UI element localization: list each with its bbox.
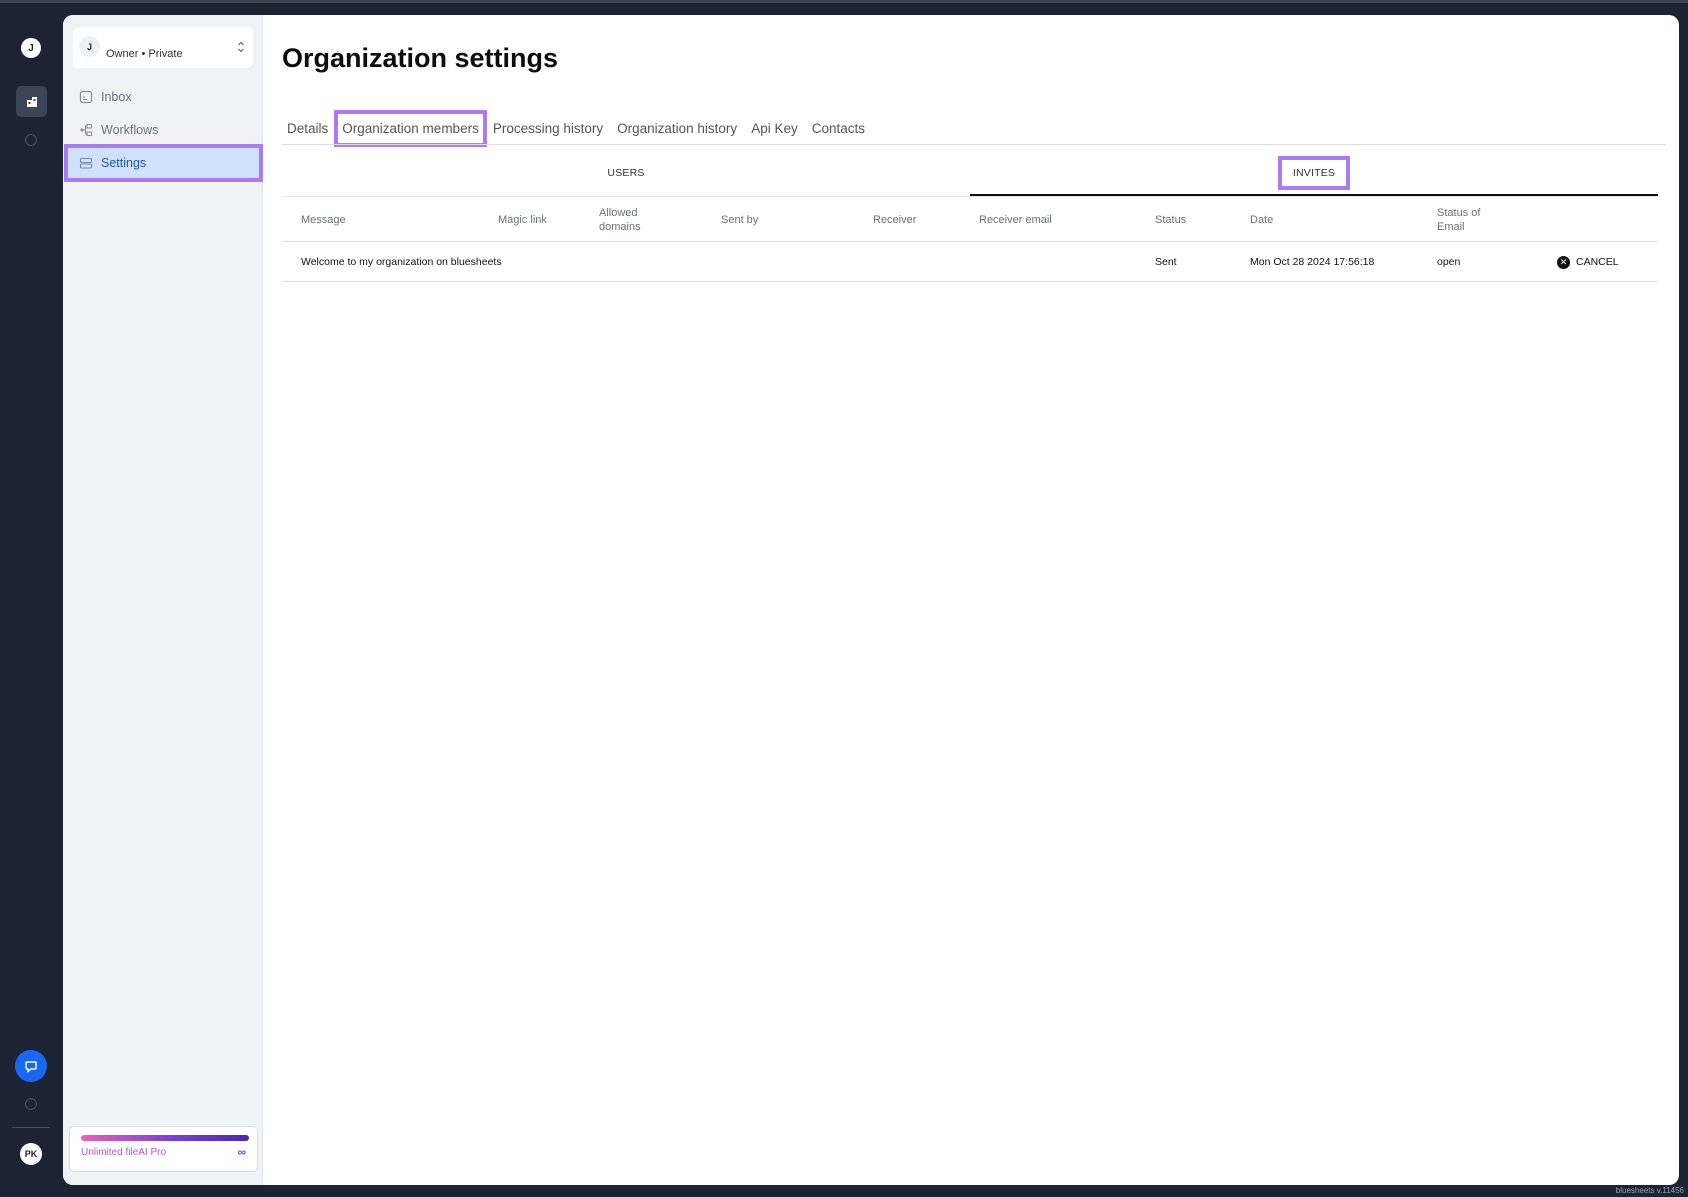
tab-contacts[interactable]: Contacts [807, 113, 870, 144]
table-row: Welcome to my organization on bluesheets… [282, 242, 1658, 282]
sidebar-item-label: Settings [101, 156, 147, 170]
infinity-icon: ∞ [237, 1145, 246, 1159]
top-strip [0, 0, 1688, 3]
tabs-divider [282, 144, 1666, 145]
column-header-message: Message [301, 213, 346, 226]
column-header-sent-by: Sent by [721, 213, 759, 226]
column-header-allowed-domains: Allowed domains [599, 206, 641, 233]
column-header-receiver-email: Receiver email [979, 213, 1052, 226]
version-label: bluesheets v.11456 [1615, 1186, 1684, 1195]
settings-icon [79, 156, 93, 170]
main-panel: J Owner • Private Inbox Workflows Settin… [63, 15, 1679, 1185]
sidebar-item-inbox[interactable]: Inbox [67, 81, 260, 113]
invites-table: Message Magic link Allowed domains Sent … [282, 197, 1658, 282]
sidebar-item-settings[interactable]: Settings [64, 144, 263, 182]
tab-details[interactable]: Details [282, 113, 333, 144]
cell-status-of-email: open [1437, 256, 1461, 268]
chat-icon [25, 1061, 37, 1073]
column-header-date: Date [1250, 213, 1274, 226]
content-area: Organization settings Details Organizati… [263, 15, 1679, 1185]
organization-switcher[interactable]: J Owner • Private [73, 27, 253, 68]
profile-avatar[interactable]: PK [20, 1143, 42, 1165]
sidebar-item-label: Workflows [101, 123, 159, 137]
subtab-invites[interactable]: INVITES [970, 153, 1658, 193]
settings-gear-icon[interactable] [25, 134, 37, 146]
tab-organization-members[interactable]: Organization members [334, 110, 487, 147]
cell-date: Mon Oct 28 2024 17:56:18 [1250, 256, 1375, 268]
column-header-status-of-email: Status of Email [1437, 206, 1481, 233]
close-circle-icon: ✕ [1557, 255, 1570, 269]
column-header-status: Status [1155, 213, 1187, 226]
cell-message: Welcome to my organization on bluesheets [301, 256, 502, 268]
org-role-label: Owner • Private [106, 48, 183, 60]
workflow-icon [79, 123, 93, 137]
plan-label: Unlimited fileAI Pro [81, 1147, 167, 1158]
sidebar-item-workflows[interactable]: Workflows [67, 114, 260, 146]
plan-usage-bar [81, 1135, 249, 1141]
subtab-users[interactable]: USERS [282, 153, 970, 193]
subtab-users-label: USERS [607, 167, 645, 179]
help-icon[interactable] [25, 1098, 37, 1110]
org-avatar: J [79, 36, 100, 57]
cancel-label: CANCEL [1576, 256, 1619, 268]
subtab-active-indicator [970, 194, 1658, 196]
tab-organization-history[interactable]: Organization history [612, 113, 742, 144]
sidebar: J Owner • Private Inbox Workflows Settin… [63, 15, 263, 1185]
inbox-icon [79, 90, 93, 104]
column-header-receiver: Receiver [873, 213, 917, 226]
organization-button[interactable] [16, 86, 47, 117]
workspace-avatar[interactable]: J [21, 38, 41, 58]
app-rail: J PK [0, 0, 63, 1197]
rail-divider [12, 1127, 50, 1128]
page-title: Organization settings [282, 43, 559, 73]
sidebar-item-label: Inbox [101, 90, 132, 104]
cell-status: Sent [1155, 256, 1177, 268]
assistant-button[interactable] [15, 1050, 47, 1082]
cancel-invite-button[interactable]: ✕ CANCEL [1557, 242, 1619, 282]
plan-card[interactable]: Unlimited fileAI Pro ∞ [69, 1126, 258, 1172]
chevron-up-down-icon [238, 41, 244, 53]
column-header-magic-link: Magic link [498, 213, 547, 226]
cancel-button[interactable]: ✕ CANCEL [1557, 255, 1619, 269]
table-header: Message Magic link Allowed domains Sent … [282, 197, 1658, 242]
tab-processing-history[interactable]: Processing history [488, 113, 608, 144]
subtab-invites-label: INVITES [1277, 156, 1351, 190]
tab-api-key[interactable]: Api Key [746, 113, 803, 144]
building-icon [26, 96, 37, 107]
settings-tabs: Details Organization members Processing … [282, 110, 874, 147]
